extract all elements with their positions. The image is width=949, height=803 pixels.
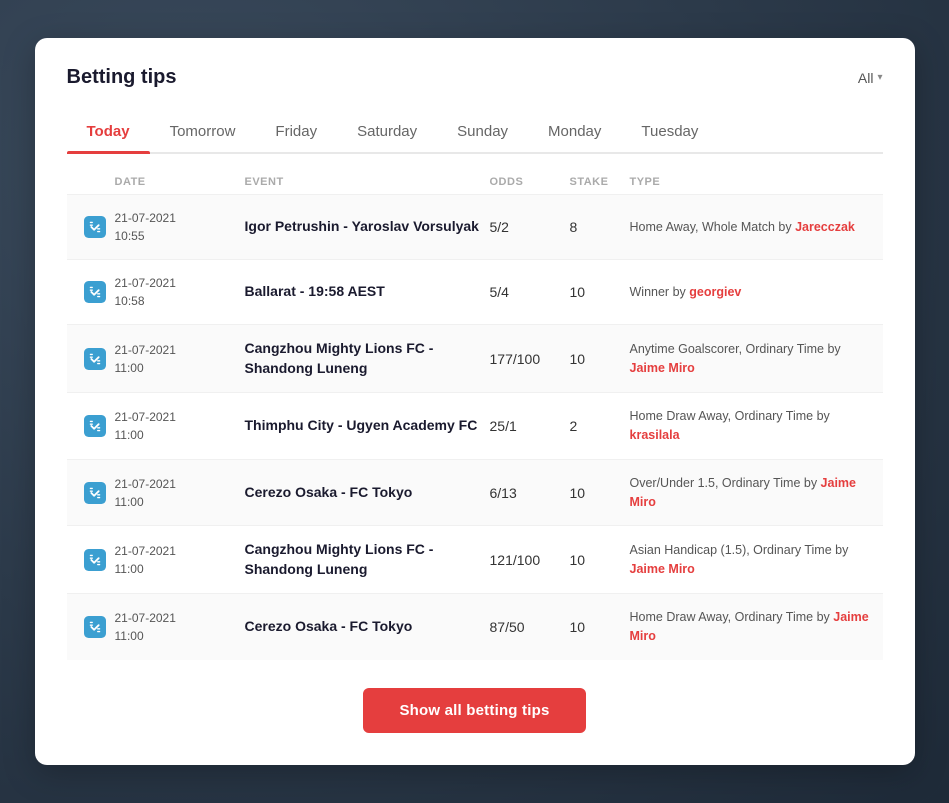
type-cell: Over/Under 1.5, Ordinary Time by Jaime M…: [630, 474, 875, 512]
type-cell: Home Away, Whole Match by Jarecczak: [630, 218, 875, 237]
odds-cell: 121/100: [490, 552, 570, 568]
table-row: 21-07-202110:58 Ballarat - 19:58 AEST 5/…: [67, 259, 883, 324]
odds-cell: 87/50: [490, 619, 570, 635]
stake-cell: 2: [570, 418, 630, 434]
odds-cell: 5/4: [490, 284, 570, 300]
author-name: georgiev: [689, 285, 741, 299]
row-icon: [75, 348, 115, 370]
odds-cell: 25/1: [490, 418, 570, 434]
table-row: 21-07-202110:55 Igor Petrushin - Yarosla…: [67, 194, 883, 259]
stake-cell: 10: [570, 485, 630, 501]
date-cell: 21-07-202111:00: [115, 475, 245, 511]
event-cell: Cerezo Osaka - FC Tokyo: [245, 617, 490, 637]
type-cell: Home Draw Away, Ordinary Time by krasila…: [630, 407, 875, 445]
col-stake: STAKE: [570, 176, 630, 188]
tab-sunday[interactable]: Sunday: [437, 113, 528, 152]
author-name: Jaime Miro: [630, 610, 869, 643]
row-icon: [75, 616, 115, 638]
row-icon: [75, 549, 115, 571]
tab-friday[interactable]: Friday: [255, 113, 337, 152]
event-cell: Igor Petrushin - Yaroslav Vorsulyak: [245, 217, 490, 237]
show-button-wrapper: Show all betting tips: [67, 688, 883, 733]
col-odds: ODDS: [490, 176, 570, 188]
table-header: DATE EVENT ODDS STAKE TYPE: [67, 170, 883, 194]
tab-today[interactable]: Today: [67, 113, 150, 152]
row-icon: [75, 415, 115, 437]
tabs-bar: Today Tomorrow Friday Saturday Sunday Mo…: [67, 113, 883, 154]
event-cell: Cerezo Osaka - FC Tokyo: [245, 483, 490, 503]
stake-cell: 8: [570, 219, 630, 235]
tab-tomorrow[interactable]: Tomorrow: [150, 113, 256, 152]
date-cell: 21-07-202110:58: [115, 274, 245, 310]
author-name: Jaime Miro: [630, 562, 695, 576]
tab-monday[interactable]: Monday: [528, 113, 621, 152]
stake-cell: 10: [570, 619, 630, 635]
event-cell: Thimphu City - Ugyen Academy FC: [245, 416, 490, 436]
table-row: 21-07-202111:00 Cangzhou Mighty Lions FC…: [67, 324, 883, 392]
author-name: Jaime Miro: [630, 361, 695, 375]
stake-cell: 10: [570, 552, 630, 568]
betting-tips-card: Betting tips All ▾ Today Tomorrow Friday…: [35, 38, 915, 765]
author-name: Jaime Miro: [630, 476, 857, 509]
event-cell: Cangzhou Mighty Lions FC - Shandong Lune…: [245, 339, 490, 378]
filter-label: All: [858, 70, 874, 86]
table-row: 21-07-202111:00 Cangzhou Mighty Lions FC…: [67, 525, 883, 593]
table-row: 21-07-202111:00 Thimphu City - Ugyen Aca…: [67, 392, 883, 459]
table-row: 21-07-202111:00 Cerezo Osaka - FC Tokyo …: [67, 593, 883, 660]
row-icon: [75, 216, 115, 238]
odds-cell: 177/100: [490, 351, 570, 367]
tab-saturday[interactable]: Saturday: [337, 113, 437, 152]
date-cell: 21-07-202110:55: [115, 209, 245, 245]
type-cell: Asian Handicap (1.5), Ordinary Time by J…: [630, 541, 875, 579]
date-cell: 21-07-202111:00: [115, 408, 245, 444]
col-event: EVENT: [245, 176, 490, 188]
card-header: Betting tips All ▾: [67, 66, 883, 89]
type-cell: Winner by georgiev: [630, 283, 875, 302]
card-title: Betting tips: [67, 66, 177, 89]
type-cell: Home Draw Away, Ordinary Time by Jaime M…: [630, 608, 875, 646]
tab-tuesday[interactable]: Tuesday: [621, 113, 718, 152]
col-date: DATE: [115, 176, 245, 188]
filter-dropdown[interactable]: All ▾: [858, 70, 883, 86]
row-icon: [75, 482, 115, 504]
table-body: 21-07-202110:55 Igor Petrushin - Yarosla…: [67, 194, 883, 660]
stake-cell: 10: [570, 351, 630, 367]
date-cell: 21-07-202111:00: [115, 609, 245, 645]
author-name: Jarecczak: [795, 220, 855, 234]
odds-cell: 6/13: [490, 485, 570, 501]
odds-cell: 5/2: [490, 219, 570, 235]
show-all-betting-tips-button[interactable]: Show all betting tips: [363, 688, 585, 733]
stake-cell: 10: [570, 284, 630, 300]
row-icon: [75, 281, 115, 303]
author-name: krasilala: [630, 428, 680, 442]
event-cell: Ballarat - 19:58 AEST: [245, 282, 490, 302]
event-cell: Cangzhou Mighty Lions FC - Shandong Lune…: [245, 540, 490, 579]
chevron-down-icon: ▾: [877, 72, 882, 83]
col-type: TYPE: [630, 176, 875, 188]
date-cell: 21-07-202111:00: [115, 341, 245, 377]
table-row: 21-07-202111:00 Cerezo Osaka - FC Tokyo …: [67, 459, 883, 526]
date-cell: 21-07-202111:00: [115, 542, 245, 578]
type-cell: Anytime Goalscorer, Ordinary Time by Jai…: [630, 340, 875, 378]
